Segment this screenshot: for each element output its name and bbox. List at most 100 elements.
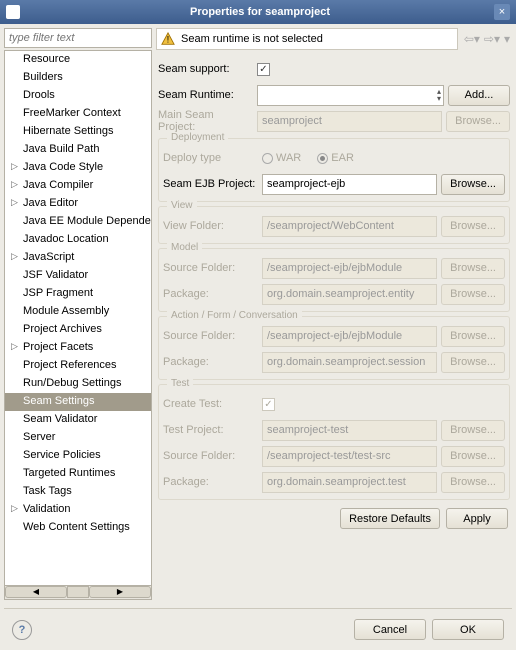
titlebar: Properties for seamproject × [0, 0, 516, 24]
model-pkg-input [262, 284, 437, 305]
action-src-input [262, 326, 437, 347]
seam-support-checkbox[interactable] [257, 63, 270, 76]
deployment-title: Deployment [167, 132, 228, 143]
tree-item-jsp-fragment[interactable]: JSP Fragment [5, 285, 151, 303]
tree-item-javascript[interactable]: JavaScript [5, 249, 151, 267]
category-tree[interactable]: ResourceBuildersDroolsFreeMarker Context… [4, 50, 152, 586]
tree-item-validation[interactable]: Validation [5, 501, 151, 519]
test-src-browse-button: Browse... [441, 446, 505, 467]
tree-item-web-content-settings[interactable]: Web Content Settings [5, 519, 151, 537]
close-button[interactable]: × [494, 4, 510, 20]
test-src-label: Source Folder: [163, 450, 258, 462]
main-project-browse-button: Browse... [446, 111, 510, 132]
test-project-label: Test Project: [163, 424, 258, 436]
tree-item-java-ee-module-dependencies[interactable]: Java EE Module Dependencies [5, 213, 151, 231]
tree-item-server[interactable]: Server [5, 429, 151, 447]
separator [4, 608, 512, 609]
tree-item-java-build-path[interactable]: Java Build Path [5, 141, 151, 159]
nav-forward-button[interactable]: ⇨▾ [484, 32, 500, 46]
filter-input[interactable] [4, 28, 152, 48]
war-radio: WAR [262, 152, 301, 164]
model-src-input [262, 258, 437, 279]
action-src-label: Source Folder: [163, 330, 258, 342]
tree-item-project-archives[interactable]: Project Archives [5, 321, 151, 339]
ejb-browse-button[interactable]: Browse... [441, 174, 505, 195]
horizontal-scrollbar[interactable]: ◀ ▶ [4, 586, 152, 600]
deploy-type-label: Deploy type [163, 152, 258, 164]
tree-item-seam-validator[interactable]: Seam Validator [5, 411, 151, 429]
tree-item-javadoc-location[interactable]: Javadoc Location [5, 231, 151, 249]
view-group: View View Folder: Browse... [158, 206, 510, 244]
tree-item-jsf-validator[interactable]: JSF Validator [5, 267, 151, 285]
model-pkg-label: Package: [163, 288, 258, 300]
main-project-label: Main Seam Project: [158, 109, 253, 133]
test-project-browse-button: Browse... [441, 420, 505, 441]
tree-item-java-editor[interactable]: Java Editor [5, 195, 151, 213]
content-panel: ! Seam runtime is not selected ⇦▾ ⇨▾ ▾ S… [156, 28, 512, 600]
action-pkg-input [262, 352, 437, 373]
tree-item-resource[interactable]: Resource [5, 51, 151, 69]
tree-item-drools[interactable]: Drools [5, 87, 151, 105]
seam-runtime-select[interactable]: ▴▾ [257, 85, 444, 106]
tree-item-module-assembly[interactable]: Module Assembly [5, 303, 151, 321]
view-menu-button[interactable]: ▾ [504, 32, 510, 46]
action-pkg-browse-button: Browse... [441, 352, 505, 373]
cancel-button[interactable]: Cancel [354, 619, 426, 640]
ejb-project-label: Seam EJB Project: [163, 178, 258, 190]
test-title: Test [167, 378, 193, 389]
create-test-checkbox [262, 398, 275, 411]
app-icon [6, 5, 20, 19]
message-banner: ! Seam runtime is not selected [156, 28, 458, 50]
tree-item-hibernate-settings[interactable]: Hibernate Settings [5, 123, 151, 141]
view-folder-label: View Folder: [163, 220, 258, 232]
tree-item-task-tags[interactable]: Task Tags [5, 483, 151, 501]
model-pkg-browse-button: Browse... [441, 284, 505, 305]
warning-icon: ! [161, 32, 175, 46]
model-group: Model Source Folder: Browse... Package: … [158, 248, 510, 312]
tree-item-project-facets[interactable]: Project Facets [5, 339, 151, 357]
view-folder-input [262, 216, 437, 237]
tree-item-java-compiler[interactable]: Java Compiler [5, 177, 151, 195]
scroll-right-button[interactable]: ▶ [89, 586, 151, 598]
add-runtime-button[interactable]: Add... [448, 85, 510, 106]
view-browse-button: Browse... [441, 216, 505, 237]
test-project-input [262, 420, 437, 441]
seam-runtime-label: Seam Runtime: [158, 89, 253, 101]
tree-item-builders[interactable]: Builders [5, 69, 151, 87]
nav-panel: ResourceBuildersDroolsFreeMarker Context… [4, 28, 152, 600]
help-button[interactable]: ? [12, 620, 32, 640]
model-src-label: Source Folder: [163, 262, 258, 274]
test-group: Test Create Test: Test Project: Browse..… [158, 384, 510, 500]
action-title: Action / Form / Conversation [167, 310, 302, 321]
tree-item-run-debug-settings[interactable]: Run/Debug Settings [5, 375, 151, 393]
action-src-browse-button: Browse... [441, 326, 505, 347]
nav-arrows: ⇦▾ ⇨▾ ▾ [462, 32, 512, 46]
scroll-left-button[interactable]: ◀ [5, 586, 67, 598]
restore-defaults-button[interactable]: Restore Defaults [340, 508, 440, 529]
tree-item-targeted-runtimes[interactable]: Targeted Runtimes [5, 465, 151, 483]
test-pkg-label: Package: [163, 476, 258, 488]
deployment-group: Deployment Deploy type WAR EAR Seam EJB … [158, 138, 510, 202]
model-title: Model [167, 242, 202, 253]
tree-item-seam-settings[interactable]: Seam Settings [5, 393, 151, 411]
main-project-input [257, 111, 442, 132]
banner-text: Seam runtime is not selected [181, 33, 323, 45]
window-title: Properties for seamproject [26, 6, 494, 18]
test-pkg-input [262, 472, 437, 493]
tree-item-freemarker-context[interactable]: FreeMarker Context [5, 105, 151, 123]
seam-settings-form: Seam support: Seam Runtime: ▴▾ Add... Ma… [156, 50, 512, 600]
tree-item-project-references[interactable]: Project References [5, 357, 151, 375]
view-title: View [167, 200, 197, 211]
svg-text:!: ! [167, 35, 170, 46]
ear-radio: EAR [317, 152, 354, 164]
action-group: Action / Form / Conversation Source Fold… [158, 316, 510, 380]
nav-back-button[interactable]: ⇦▾ [464, 32, 480, 46]
scroll-thumb[interactable] [67, 586, 89, 598]
tree-item-service-policies[interactable]: Service Policies [5, 447, 151, 465]
ok-button[interactable]: OK [432, 619, 504, 640]
model-src-browse-button: Browse... [441, 258, 505, 279]
apply-button[interactable]: Apply [446, 508, 508, 529]
test-pkg-browse-button: Browse... [441, 472, 505, 493]
ejb-project-input[interactable] [262, 174, 437, 195]
tree-item-java-code-style[interactable]: Java Code Style [5, 159, 151, 177]
